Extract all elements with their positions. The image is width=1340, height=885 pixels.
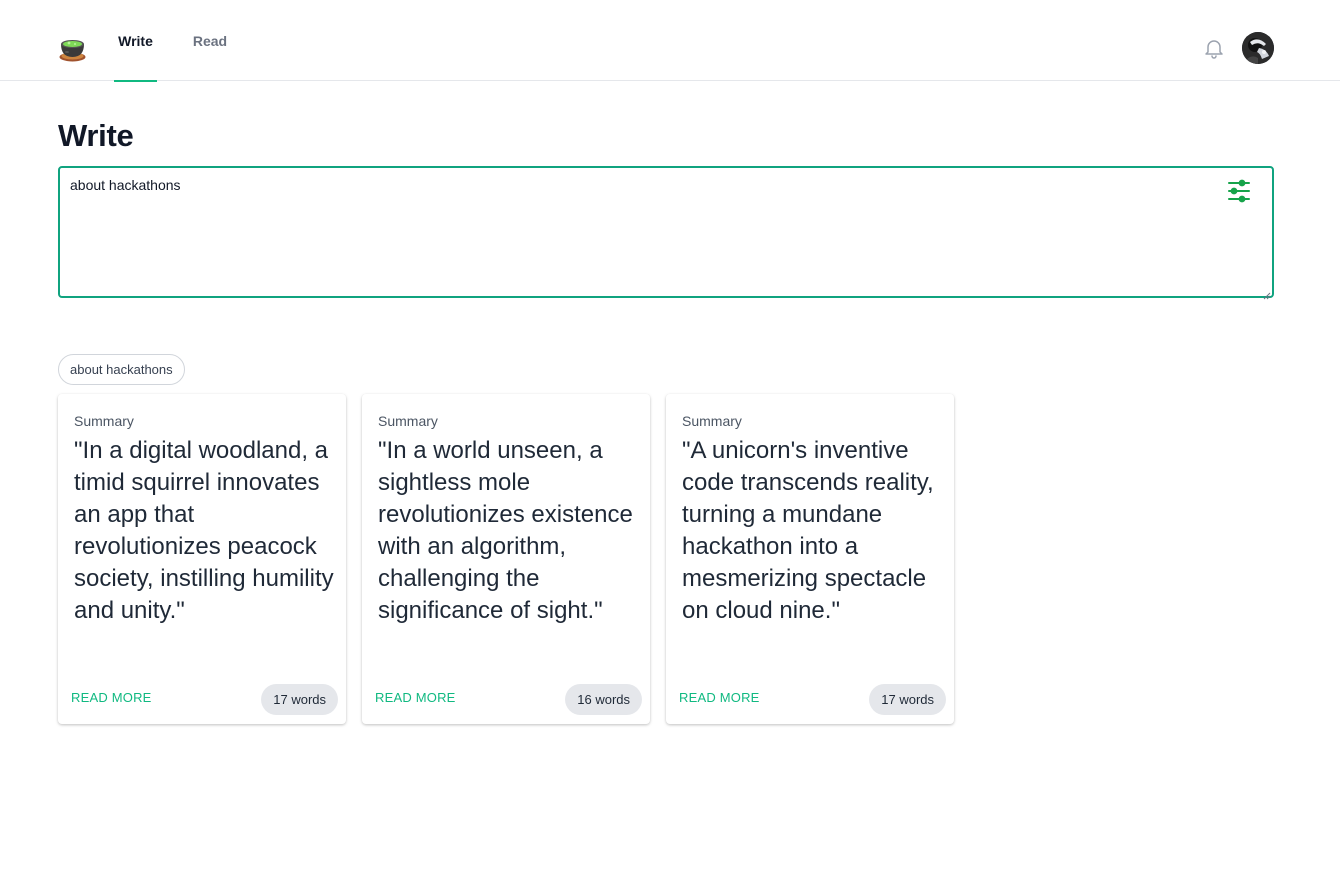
card-label: Summary bbox=[378, 413, 438, 429]
bell-icon[interactable] bbox=[1202, 36, 1226, 60]
prompt-input[interactable] bbox=[60, 168, 1272, 296]
tab-read[interactable]: Read bbox=[190, 0, 230, 81]
resize-handle-icon[interactable] bbox=[1263, 287, 1271, 300]
read-more-link[interactable]: READ MORE bbox=[71, 690, 152, 705]
word-count-badge: 17 words bbox=[261, 684, 338, 715]
word-count-badge: 16 words bbox=[565, 684, 642, 715]
sliders-icon[interactable] bbox=[1226, 178, 1252, 204]
word-count-badge: 17 words bbox=[869, 684, 946, 715]
summary-card: Summary "In a world unseen, a sightless … bbox=[362, 394, 650, 724]
page-title: Write bbox=[58, 118, 134, 153]
read-more-link[interactable]: READ MORE bbox=[375, 690, 456, 705]
summary-card: Summary "In a digital woodland, a timid … bbox=[58, 394, 346, 724]
card-summary-text: "In a digital woodland, a timid squirrel… bbox=[74, 437, 334, 624]
card-label: Summary bbox=[74, 413, 134, 429]
card-summary-text: "A unicorn's inventive code transcends r… bbox=[682, 437, 934, 624]
card-label: Summary bbox=[682, 413, 742, 429]
summary-card: Summary "A unicorn's inventive code tran… bbox=[666, 394, 954, 724]
read-more-link[interactable]: READ MORE bbox=[679, 690, 760, 705]
topic-chip[interactable]: about hackathons bbox=[58, 354, 185, 385]
avatar[interactable] bbox=[1242, 32, 1274, 64]
card-summary-text: "In a world unseen, a sightless mole rev… bbox=[378, 437, 633, 624]
top-navigation: Write Read bbox=[0, 0, 1340, 82]
tab-write[interactable]: Write bbox=[114, 0, 157, 82]
prompt-box bbox=[58, 166, 1274, 300]
cauldron-icon[interactable] bbox=[58, 33, 87, 63]
